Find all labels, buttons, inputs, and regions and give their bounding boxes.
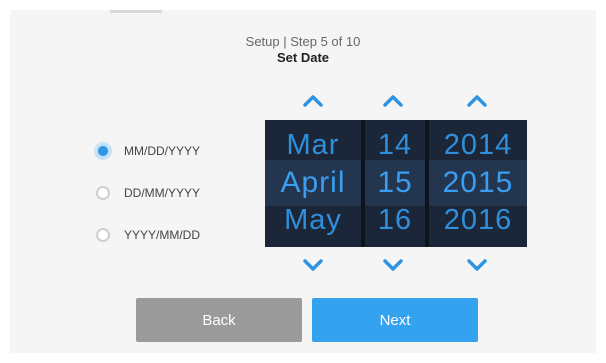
day-down-chevron-down-icon[interactable] [382,258,404,272]
day-up-chevron-up-icon[interactable] [382,94,404,108]
top-tab-indicator [110,10,162,13]
format-label: MM/DD/YYYY [124,144,201,158]
radio-selected-icon[interactable] [96,144,110,158]
step-indicator: Setup | Step 5 of 10 [245,34,361,49]
year-current[interactable]: 2015 [429,160,527,206]
format-option-yyyymmdd[interactable]: YYYY/MM/DD [96,214,200,256]
month-up-chevron-up-icon[interactable] [302,94,324,108]
month-next[interactable]: May [265,206,361,247]
month-wheel[interactable]: Mar April May [265,120,361,247]
radio-unselected-icon[interactable] [96,186,110,200]
format-label: DD/MM/YYYY [124,186,201,200]
format-option-ddmmyyyy[interactable]: DD/MM/YYYY [96,172,200,214]
format-label: YYYY/MM/DD [124,228,201,242]
radio-unselected-icon[interactable] [96,228,110,242]
back-button[interactable]: Back [136,298,302,342]
day-current[interactable]: 15 [365,160,425,206]
year-prev[interactable]: 2014 [429,120,527,160]
format-option-mmddyyyy[interactable]: MM/DD/YYYY [96,130,200,172]
date-picker: Mar April May 14 15 16 2014 2015 2016 [265,120,527,247]
setup-panel: Setup | Step 5 of 10 Set Date MM/DD/YYYY… [10,10,596,353]
year-wheel[interactable]: 2014 2015 2016 [429,120,527,247]
page-title: Set Date [276,50,330,65]
date-format-options: MM/DD/YYYY DD/MM/YYYY YYYY/MM/DD [96,130,200,256]
month-down-chevron-down-icon[interactable] [302,258,324,272]
header: Setup | Step 5 of 10 Set Date [10,34,596,66]
month-current[interactable]: April [265,160,361,206]
next-button[interactable]: Next [312,298,478,342]
day-wheel[interactable]: 14 15 16 [365,120,425,247]
year-up-chevron-up-icon[interactable] [466,94,488,108]
day-next[interactable]: 16 [365,206,425,247]
year-down-chevron-down-icon[interactable] [466,258,488,272]
day-prev[interactable]: 14 [365,120,425,160]
year-next[interactable]: 2016 [429,206,527,247]
month-prev[interactable]: Mar [265,120,361,160]
